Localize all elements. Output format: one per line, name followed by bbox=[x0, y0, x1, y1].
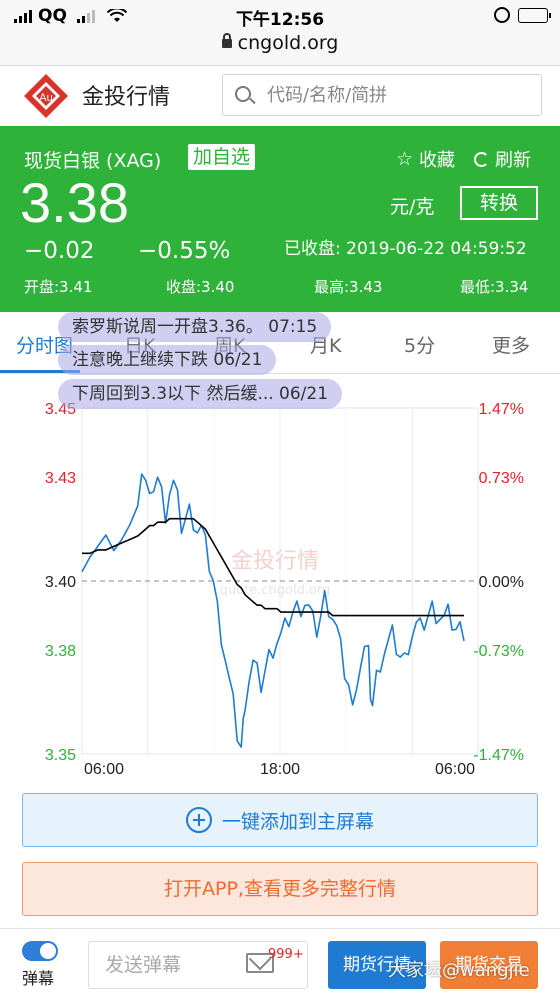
status-bar: QQ 下午12:56 cngold.org bbox=[0, 0, 560, 66]
search-box[interactable] bbox=[222, 74, 542, 116]
unit-label: 元/克 bbox=[390, 196, 435, 218]
danmaku-bubble: 下周回到3.3以下 然后缓... 06/21 bbox=[58, 379, 343, 409]
prev-close-price: 收盘:3.40 bbox=[166, 278, 235, 296]
tab-5min[interactable]: 5分 bbox=[404, 331, 435, 358]
mail-count-badge: 999+ bbox=[268, 947, 304, 962]
x-tick-label: 06:00 bbox=[84, 761, 124, 778]
open-app-button[interactable]: 打开APP,查看更多完整行情 bbox=[22, 862, 538, 916]
y-tick-label-right: 1.47% bbox=[479, 401, 524, 418]
refresh-button[interactable]: 刷新 bbox=[474, 146, 531, 172]
brand-name[interactable]: 金投行情 bbox=[82, 79, 170, 111]
address-bar[interactable]: cngold.org bbox=[0, 32, 560, 54]
y-tick-label-right: 0.73% bbox=[479, 470, 524, 487]
instrument-name: 现货白银 (XAG) bbox=[24, 150, 162, 172]
battery-icon bbox=[518, 7, 551, 23]
logo-icon[interactable]: Au bbox=[22, 72, 70, 120]
y-tick-label-left: 3.35 bbox=[45, 747, 76, 764]
add-to-home-screen-button[interactable]: 一键添加到主屏幕 bbox=[22, 793, 538, 847]
forum-watermark: 大家坛@wangjie bbox=[388, 960, 530, 981]
star-icon: ☆ bbox=[396, 147, 414, 170]
y-tick-label-right: -0.73% bbox=[473, 643, 524, 660]
y-tick-label-right: -1.47% bbox=[473, 747, 524, 764]
danmaku-input[interactable] bbox=[105, 942, 235, 988]
high-price: 最高:3.43 bbox=[314, 278, 383, 296]
last-price: 3.38 bbox=[20, 171, 129, 234]
url-text: cngold.org bbox=[237, 32, 339, 54]
refresh-label: 刷新 bbox=[495, 150, 531, 171]
tab-more[interactable]: 更多 bbox=[492, 331, 530, 358]
favorite-button[interactable]: ☆ 收藏 bbox=[396, 146, 455, 172]
price-line bbox=[81, 473, 465, 748]
low-price: 最低:3.34 bbox=[460, 278, 529, 296]
y-tick-label-left: 3.38 bbox=[45, 643, 76, 660]
danmaku-bubble: 索罗斯说周一开盘3.36。 07:15 bbox=[58, 312, 332, 342]
intraday-chart[interactable]: 金投行情quote.cngold.org3.45 1.47%3.43 0.73%3.… bbox=[0, 388, 560, 778]
chart-watermark-url: quote.cngold.org bbox=[220, 583, 331, 598]
x-tick-label: 06:00 bbox=[435, 761, 475, 778]
add-watchlist-button[interactable]: 加自选 bbox=[188, 144, 256, 170]
quote-panel: 现货白银 (XAG) 加自选 ☆ 收藏 刷新 3.38 元/克 转换 −0.02 … bbox=[0, 126, 560, 312]
refresh-icon bbox=[474, 151, 489, 167]
site-header: Au 金投行情 bbox=[0, 66, 560, 126]
search-icon bbox=[235, 86, 251, 102]
add-home-label: 一键添加到主屏幕 bbox=[221, 810, 374, 833]
danmaku-toggle[interactable] bbox=[22, 941, 58, 961]
price-change-percent: −0.55% bbox=[138, 238, 231, 264]
status-right bbox=[494, 7, 551, 23]
danmaku-toggle-label: 弹幕 bbox=[22, 969, 55, 988]
lock-icon bbox=[221, 33, 232, 48]
logo-text: Au bbox=[39, 92, 52, 104]
y-tick-label-left: 3.43 bbox=[45, 470, 76, 487]
clock: 下午12:56 bbox=[235, 10, 325, 30]
market-status: 已收盘: 2019-06-22 04:59:52 bbox=[284, 239, 527, 259]
x-tick-label: 18:00 bbox=[260, 761, 300, 778]
plus-icon bbox=[185, 807, 212, 833]
convert-button[interactable]: 转换 bbox=[460, 186, 538, 220]
y-tick-label-right: 0.00% bbox=[479, 574, 524, 591]
danmaku-bubble: 注意晚上继续下跌 06/21 bbox=[58, 345, 277, 375]
price-change: −0.02 bbox=[24, 238, 95, 264]
rotation-lock-icon bbox=[494, 7, 510, 23]
search-input[interactable] bbox=[267, 75, 537, 115]
favorite-label: 收藏 bbox=[419, 150, 456, 171]
y-tick-label-left: 3.40 bbox=[45, 574, 76, 591]
open-price: 开盘:3.41 bbox=[24, 278, 93, 296]
chart-watermark: 金投行情 bbox=[231, 549, 319, 574]
